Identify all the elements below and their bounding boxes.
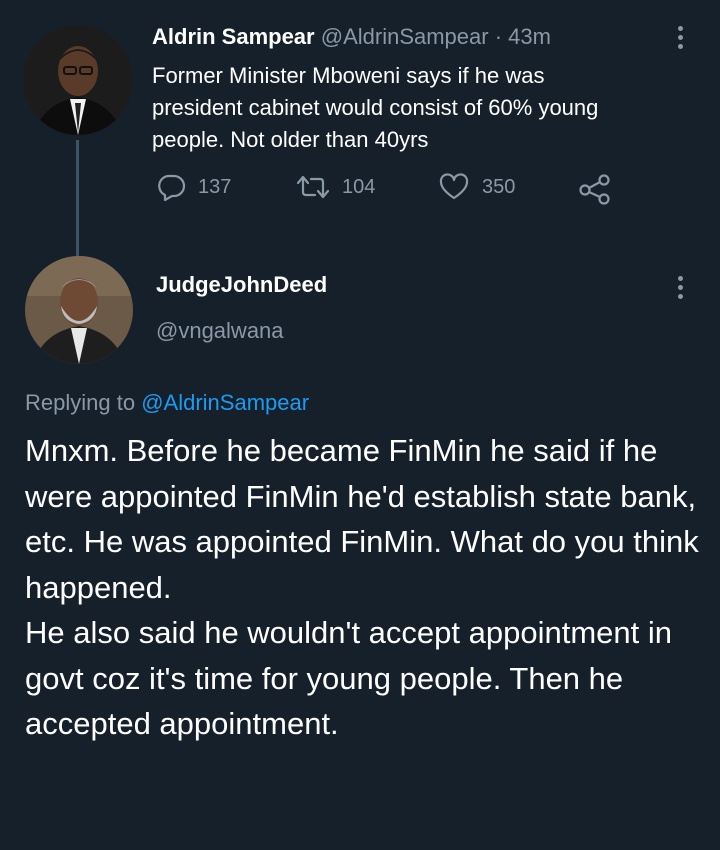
parent-tweet-time[interactable]: 43m [508, 24, 551, 49]
reply-count: 137 [198, 175, 232, 198]
reply-tweet-text: Mnxm. Before he became FinMin he said if… [25, 428, 705, 747]
replying-to-label: Replying to [25, 390, 136, 415]
reply-button[interactable]: 137 [156, 173, 231, 201]
retweet-icon [296, 175, 330, 199]
parent-tweet-text: Former Minister Mboweni says if he was p… [152, 63, 599, 152]
share-icon [579, 174, 610, 205]
replying-to-line: Replying to @AldrinSampear [25, 390, 309, 416]
reply-tweet-handle[interactable]: @vngalwana [156, 318, 284, 344]
like-button[interactable]: 350 [438, 173, 515, 201]
retweet-button[interactable]: 104 [296, 173, 375, 201]
retweet-count: 104 [342, 175, 376, 198]
reply-tweet-paragraph: Mnxm. Before he became FinMin he said if… [25, 433, 699, 605]
reply-tweet-paragraph: He also said he wouldn't accept appointm… [25, 615, 672, 741]
parent-tweet-header: Aldrin Sampear @AldrinSampear · 43m [152, 24, 551, 50]
parent-tweet-handle[interactable]: @AldrinSampear [321, 24, 489, 49]
thread-connector-line [76, 140, 79, 258]
header-separator: · [494, 24, 503, 49]
more-options-icon[interactable] [676, 276, 684, 304]
reply-tweet-display-name[interactable]: JudgeJohnDeed [156, 272, 327, 298]
like-icon [439, 173, 469, 200]
reply-icon [158, 174, 186, 201]
reply-tweet-avatar[interactable] [25, 256, 133, 364]
replying-to-mention[interactable]: @AldrinSampear [141, 390, 309, 415]
more-options-icon[interactable] [676, 26, 684, 54]
parent-tweet-display-name[interactable]: Aldrin Sampear [152, 24, 315, 49]
like-count: 350 [482, 175, 516, 198]
share-button[interactable] [578, 173, 612, 205]
parent-tweet-avatar[interactable] [23, 25, 133, 135]
